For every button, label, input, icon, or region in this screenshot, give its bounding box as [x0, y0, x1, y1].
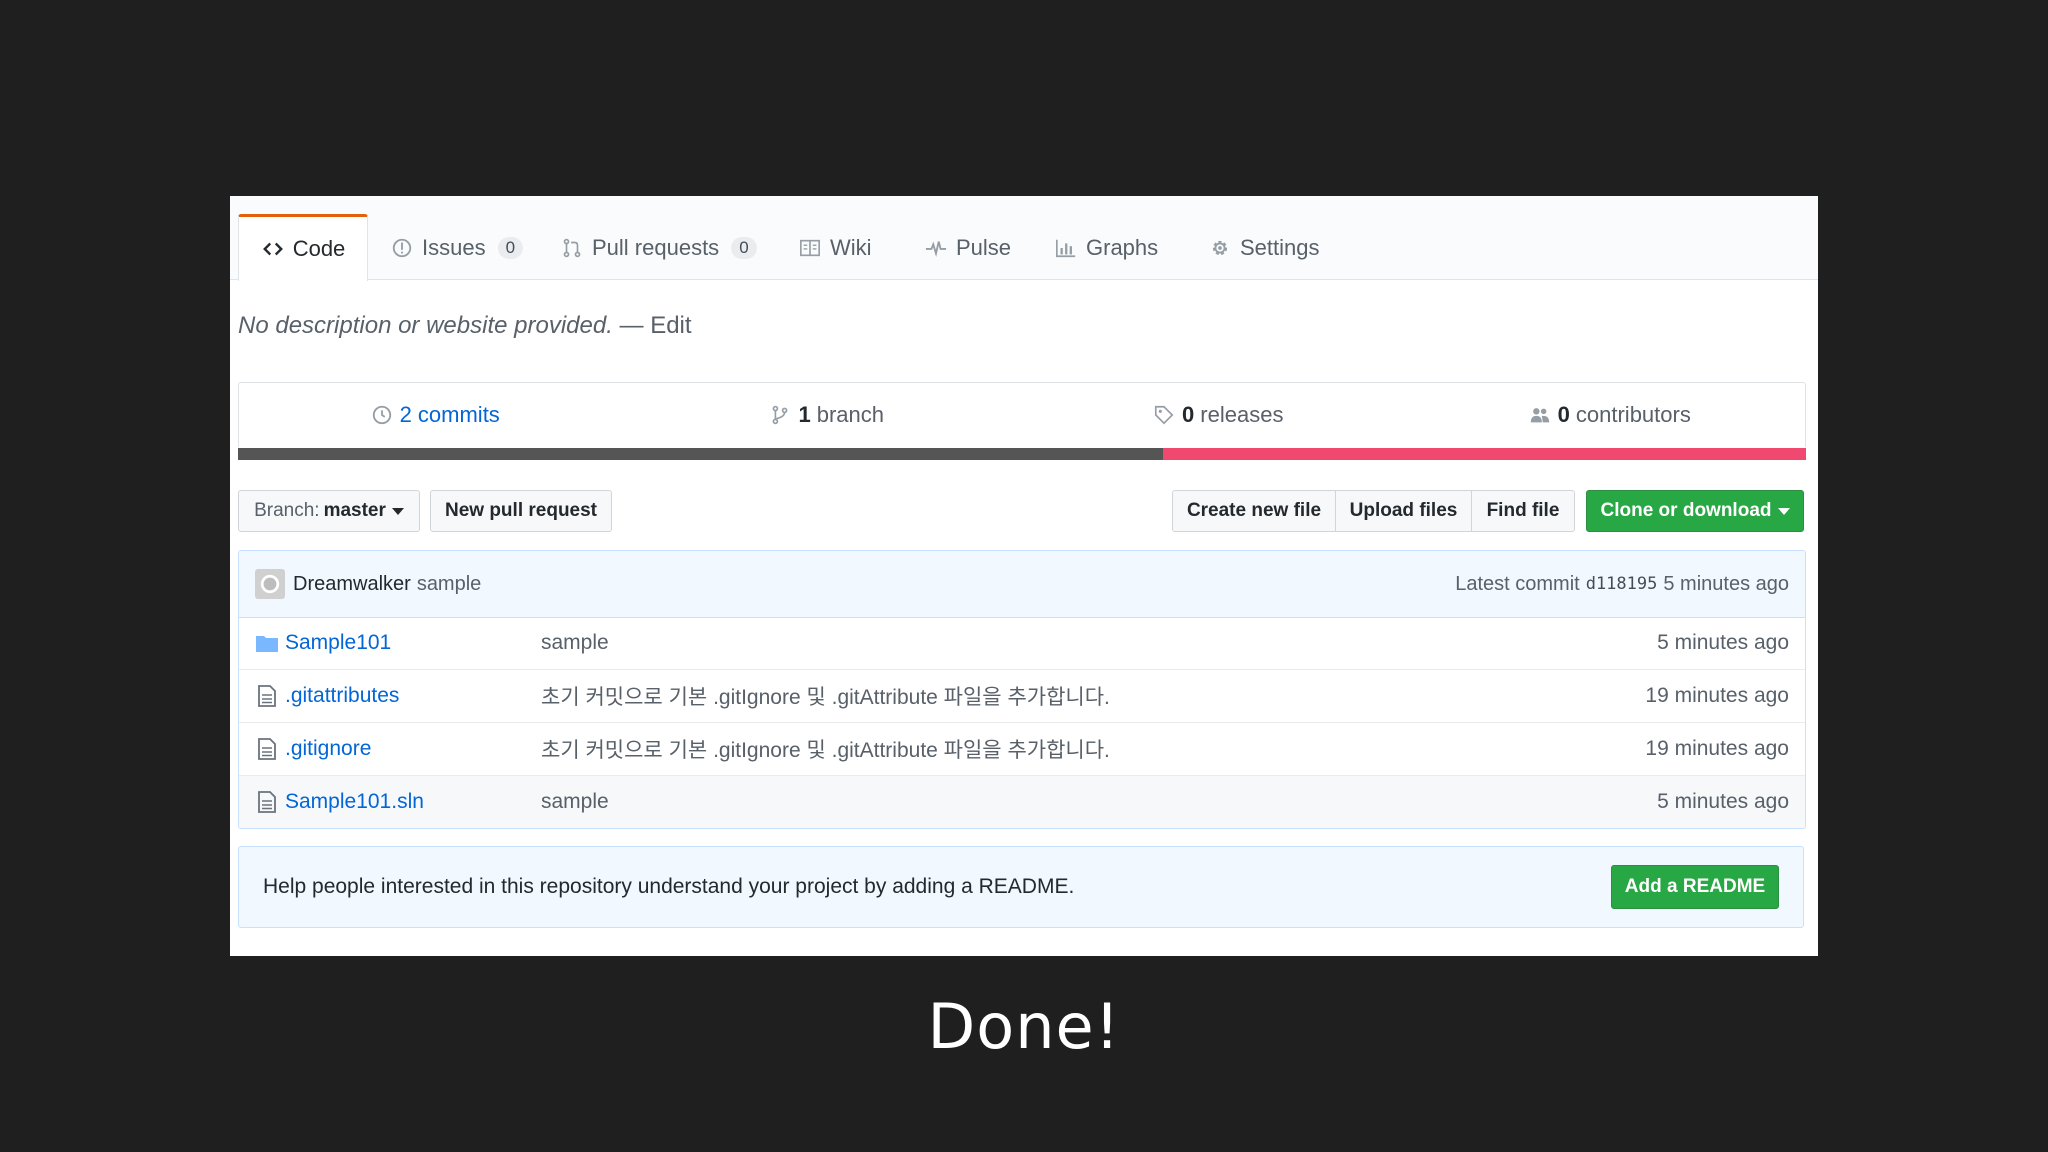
tab-settings[interactable]: Settings [1208, 216, 1320, 280]
file-name[interactable]: Sample101 [285, 631, 541, 655]
branch-name: master [323, 500, 386, 521]
contributors-label: contributors [1575, 402, 1691, 427]
files-table: Sample101 sample 5 minutes ago .gitattri… [239, 617, 1805, 828]
people-icon [1528, 403, 1552, 427]
commits-label: commits [417, 402, 500, 427]
readme-prompt-text: Help people interested in this repositor… [263, 875, 1075, 898]
language-segment-1 [238, 448, 1164, 460]
clone-or-download-button[interactable]: Clone or download [1586, 490, 1804, 532]
file-name[interactable]: .gitattributes [285, 684, 541, 708]
file-commit-message[interactable]: sample [541, 631, 609, 655]
folder-icon [255, 631, 283, 655]
contributors-link[interactable]: 0 contributors [1414, 383, 1806, 447]
tab-pulse-label: Pulse [956, 235, 1012, 260]
gear-icon [1208, 236, 1232, 260]
tab-pull-requests[interactable]: Pull requests 0 [560, 216, 757, 280]
avatar[interactable] [255, 569, 285, 599]
edit-description-link[interactable]: Edit [650, 312, 691, 339]
readme-prompt: Help people interested in this repositor… [238, 846, 1804, 928]
branch-icon [768, 403, 792, 427]
file-icon [255, 737, 283, 761]
description-separator: — [619, 312, 644, 339]
file-age: 19 minutes ago [1645, 684, 1789, 707]
tab-graphs[interactable]: Graphs [1054, 216, 1158, 280]
file-icon [255, 790, 283, 814]
commit-meta: Latest commit d118195 5 minutes ago [1455, 551, 1789, 617]
commit-age: 5 minutes ago [1663, 572, 1789, 595]
find-file-button[interactable]: Find file [1471, 490, 1575, 532]
branch-select-button[interactable]: Branch: master [238, 490, 420, 532]
tab-issues[interactable]: Issues 0 [390, 216, 524, 280]
contributors-count: 0 [1557, 402, 1570, 427]
file-commit-message[interactable]: 초기 커밋으로 기본 .gitIgnore 및 .gitAttribute 파일… [541, 681, 1110, 711]
tab-pulse[interactable]: Pulse [924, 216, 1011, 280]
tab-issues-label: Issues [422, 235, 486, 260]
issues-counter: 0 [497, 237, 524, 259]
clone-or-download-label: Clone or download [1600, 500, 1772, 521]
upload-files-button[interactable]: Upload files [1335, 490, 1472, 532]
add-readme-button[interactable]: Add a README [1611, 865, 1779, 909]
file-listing: Dreamwalker sample Latest commit d118195… [238, 550, 1806, 829]
table-row[interactable]: Sample101 sample 5 minutes ago [239, 617, 1805, 669]
tag-icon [1152, 403, 1176, 427]
branch-label: branch [816, 402, 885, 427]
tab-pull-requests-label: Pull requests [592, 235, 720, 260]
commit-tease: Dreamwalker sample Latest commit d118195… [239, 551, 1805, 618]
chevron-down-icon [391, 507, 404, 515]
tab-graphs-label: Graphs [1086, 235, 1159, 260]
repo-tab-nav: Code Issues 0 Pull requests 0 Wiki Pulse… [230, 196, 1818, 281]
book-icon [798, 236, 822, 260]
language-bar[interactable] [238, 448, 1806, 460]
tab-code-label: Code [292, 236, 346, 261]
new-pull-request-button[interactable]: New pull request [430, 490, 612, 532]
repo-numbers-summary: 2 commits 1 branch 0 releases 0 contribu… [238, 382, 1806, 447]
slide-caption: Done! [927, 990, 1121, 1063]
repository-page-screenshot: Code Issues 0 Pull requests 0 Wiki Pulse… [230, 196, 1818, 956]
branch-count: 1 [798, 402, 811, 427]
description-text: No description or website provided. [238, 312, 613, 339]
tab-wiki-label: Wiki [830, 235, 872, 260]
commit-sha[interactable]: d118195 [1586, 574, 1658, 594]
pulse-icon [924, 236, 948, 260]
issue-icon [390, 236, 414, 260]
create-new-file-button[interactable]: Create new file [1172, 490, 1336, 532]
pull-request-icon [560, 236, 584, 260]
tab-code[interactable]: Code [238, 214, 368, 281]
file-age: 19 minutes ago [1645, 737, 1789, 760]
pull-requests-counter: 0 [731, 237, 757, 259]
tab-wiki[interactable]: Wiki [798, 216, 872, 280]
branches-link[interactable]: 1 branch [631, 383, 1023, 447]
table-row[interactable]: .gitignore 초기 커밋으로 기본 .gitIgnore 및 .gitA… [239, 722, 1805, 775]
releases-label: releases [1200, 402, 1284, 427]
releases-count: 0 [1182, 402, 1195, 427]
table-row[interactable]: Sample101.sln sample 5 minutes ago [239, 775, 1805, 828]
file-icon [255, 684, 283, 708]
file-commit-message[interactable]: 초기 커밋으로 기본 .gitIgnore 및 .gitAttribute 파일… [541, 734, 1110, 764]
tab-settings-label: Settings [1240, 235, 1320, 260]
repo-description: No description or website provided. — Ed… [238, 312, 692, 340]
file-age: 5 minutes ago [1657, 631, 1789, 654]
commit-message[interactable]: sample [417, 573, 481, 596]
latest-commit-label: Latest commit [1455, 572, 1580, 595]
releases-link[interactable]: 0 releases [1022, 383, 1414, 447]
commits-link[interactable]: 2 commits [239, 383, 631, 447]
language-segment-2 [1163, 448, 1806, 460]
history-icon [370, 403, 394, 427]
commit-author[interactable]: Dreamwalker [293, 573, 411, 596]
table-row[interactable]: .gitattributes 초기 커밋으로 기본 .gitIgnore 및 .… [239, 669, 1805, 722]
file-name[interactable]: .gitignore [285, 737, 541, 761]
graph-icon [1054, 236, 1078, 260]
file-name[interactable]: Sample101.sln [285, 790, 541, 814]
commits-count: 2 [399, 402, 412, 427]
code-icon [261, 237, 285, 261]
file-commit-message[interactable]: sample [541, 790, 609, 814]
file-age: 5 minutes ago [1657, 790, 1789, 813]
branch-prefix: Branch: [254, 500, 320, 521]
chevron-down-icon [1777, 507, 1790, 515]
